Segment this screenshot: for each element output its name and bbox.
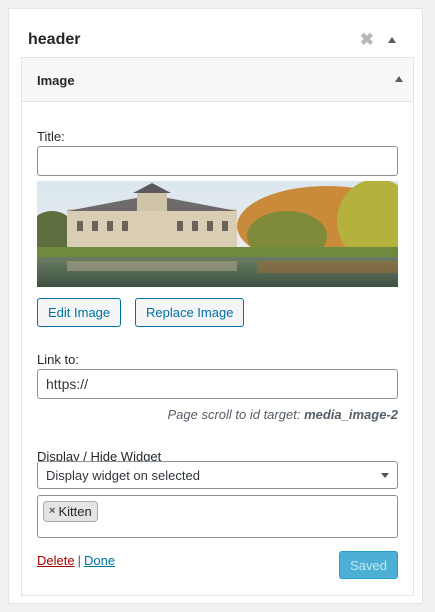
widget-area-title: header — [28, 31, 81, 48]
scroll-target-id: media_image-2 — [304, 407, 398, 422]
edit-image-button[interactable]: Edit Image — [37, 298, 122, 327]
widget-header[interactable]: Image — [22, 58, 413, 102]
scroll-target-prefix: Page scroll to id target: — [167, 407, 301, 422]
chevron-down-icon — [381, 473, 389, 478]
image-preview[interactable] — [37, 181, 398, 287]
saved-button[interactable]: Saved — [339, 551, 398, 579]
replace-image-button[interactable]: Replace Image — [135, 298, 245, 327]
delete-link[interactable]: Delete — [37, 553, 75, 568]
title-label: Title: — [37, 129, 65, 144]
close-icon[interactable]: ✖ — [360, 31, 374, 48]
widget-area-controls: ✖ — [360, 31, 396, 48]
link-separator: | — [77, 553, 81, 568]
tag-label: Kitten — [58, 504, 92, 519]
tag-chip: × Kitten — [43, 501, 98, 522]
link-to-input[interactable] — [37, 369, 398, 399]
image-widget: Image Title: Edit Image Replace Image Li… — [21, 57, 414, 596]
caret-up-icon[interactable] — [388, 37, 396, 43]
widget-area-panel: header ✖ Image Title: Edit Image Replace… — [8, 8, 423, 604]
widget-toggle-icon[interactable] — [395, 76, 403, 82]
selected-pages-input[interactable]: × Kitten — [37, 495, 398, 538]
widget-footer-links: Delete | Done — [37, 553, 115, 568]
done-link[interactable]: Done — [84, 553, 115, 568]
remove-tag-icon[interactable]: × — [49, 502, 55, 521]
widget-title: Image — [37, 73, 75, 88]
display-mode-select[interactable]: Display widget on selected — [37, 461, 398, 489]
palace-photo-icon — [37, 181, 398, 287]
scroll-target-note: Page scroll to id target: media_image-2 — [167, 407, 398, 422]
link-to-label: Link to: — [37, 352, 79, 367]
display-mode-value: Display widget on selected — [46, 468, 200, 483]
title-input[interactable] — [37, 146, 398, 176]
